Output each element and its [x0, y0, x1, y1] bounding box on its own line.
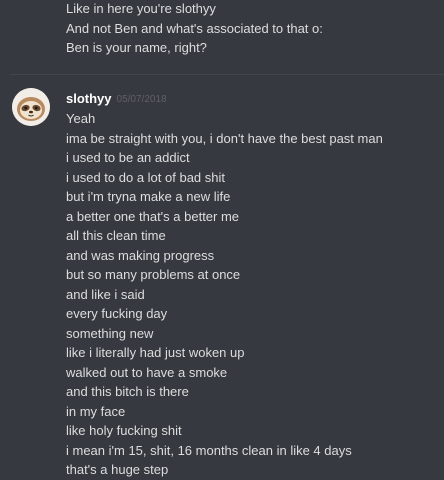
message-line: and was making progress [66, 247, 215, 263]
message-divider [10, 74, 444, 75]
message-line: and this bitch is there [66, 384, 189, 399]
username[interactable]: slothyy [66, 91, 112, 106]
message-content: Yeah ima be straight with you, i don't h… [66, 109, 436, 480]
message-timestamp: 05/07/2018 [116, 94, 167, 105]
message-line: Ben is your name, right? [66, 40, 207, 55]
message-line: Yeah [66, 111, 96, 126]
message-line: something new [66, 325, 154, 341]
message-line: like holy fucking shit [66, 423, 182, 438]
message-line: every fucking day [66, 306, 168, 321]
message-line: Like in here you're slothyy [66, 1, 216, 16]
previous-message-group: Like in here you're slothyy And not Ben … [66, 0, 436, 58]
message-line: in my face [66, 403, 126, 419]
message-line: like i literally had just woken up [66, 345, 245, 360]
message-header: slothyy 05/07/2018 [66, 89, 167, 109]
message-line: all this clean time [66, 228, 166, 243]
message-line: i used to be an addict [66, 150, 190, 165]
message-line: walked out to have a smoke [66, 364, 228, 380]
message-line: but i'm tryna make a new life [66, 189, 231, 204]
message-line: but so many problems at once [66, 267, 241, 282]
message-line: a better one that's a better me [66, 208, 240, 224]
message-line: that's a huge step [66, 462, 169, 477]
message-line: ima be straight with you, i don't have t… [66, 130, 383, 146]
sloth-avatar-icon[interactable] [12, 88, 50, 126]
sloth-face-icon [12, 88, 50, 126]
message-line: and like i said [66, 286, 145, 302]
message-line: And not Ben and what's associated to tha… [66, 20, 323, 36]
message-line: i mean i'm 15, shit, 16 months clean in … [66, 442, 352, 458]
message-line: i used to do a lot of bad shit [66, 169, 225, 185]
